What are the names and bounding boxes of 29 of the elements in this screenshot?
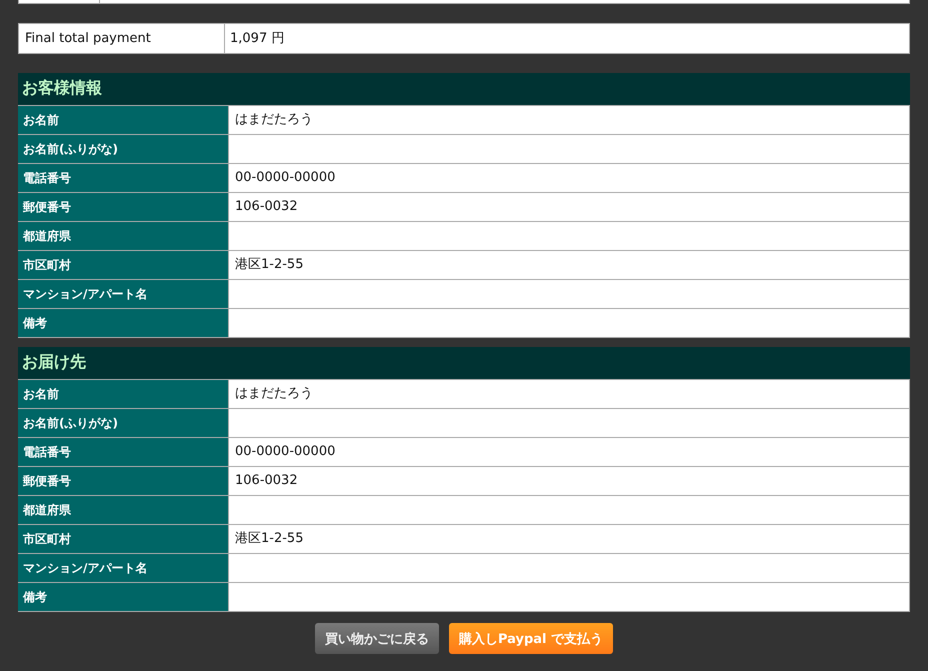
field-label: 郵便番号	[18, 193, 229, 221]
field-label: 郵便番号	[18, 467, 229, 495]
field-label: 市区町村	[18, 525, 229, 553]
field-value: 00-0000-00000	[229, 438, 910, 466]
back-button[interactable]: 買い物かごに戻る	[314, 623, 439, 654]
field-label: マンション/アパート名	[18, 554, 229, 582]
total-value: 1,097 円	[229, 30, 284, 48]
field-label: お名前	[18, 380, 229, 408]
field-label: 市区町村	[18, 251, 229, 279]
section-heading: お客様情報	[18, 73, 910, 105]
section-heading: お届け先	[18, 347, 910, 379]
field-label: 電話番号	[18, 164, 229, 192]
field-label: マンション/アパート名	[18, 280, 229, 308]
field-label: 電話番号	[18, 438, 229, 466]
field-label: お名前	[18, 106, 229, 134]
field-label: お名前(ふりがな)	[18, 409, 229, 437]
field-label: 都道府県	[18, 496, 229, 524]
field-label: 都道府県	[18, 222, 229, 250]
field-value: 港区1-2-55	[229, 525, 910, 553]
field-value: 港区1-2-55	[229, 251, 910, 279]
field-value: はまだたろう	[229, 106, 910, 134]
field-value: 00-0000-00000	[229, 164, 910, 192]
field-label: 備考	[18, 583, 229, 611]
field-value: 106-0032	[229, 467, 910, 495]
field-value: 106-0032	[229, 193, 910, 221]
total-label: Final total payment	[19, 24, 225, 53]
field-value: はまだたろう	[229, 380, 910, 408]
field-label: 備考	[18, 309, 229, 337]
field-label: お名前(ふりがな)	[18, 135, 229, 163]
